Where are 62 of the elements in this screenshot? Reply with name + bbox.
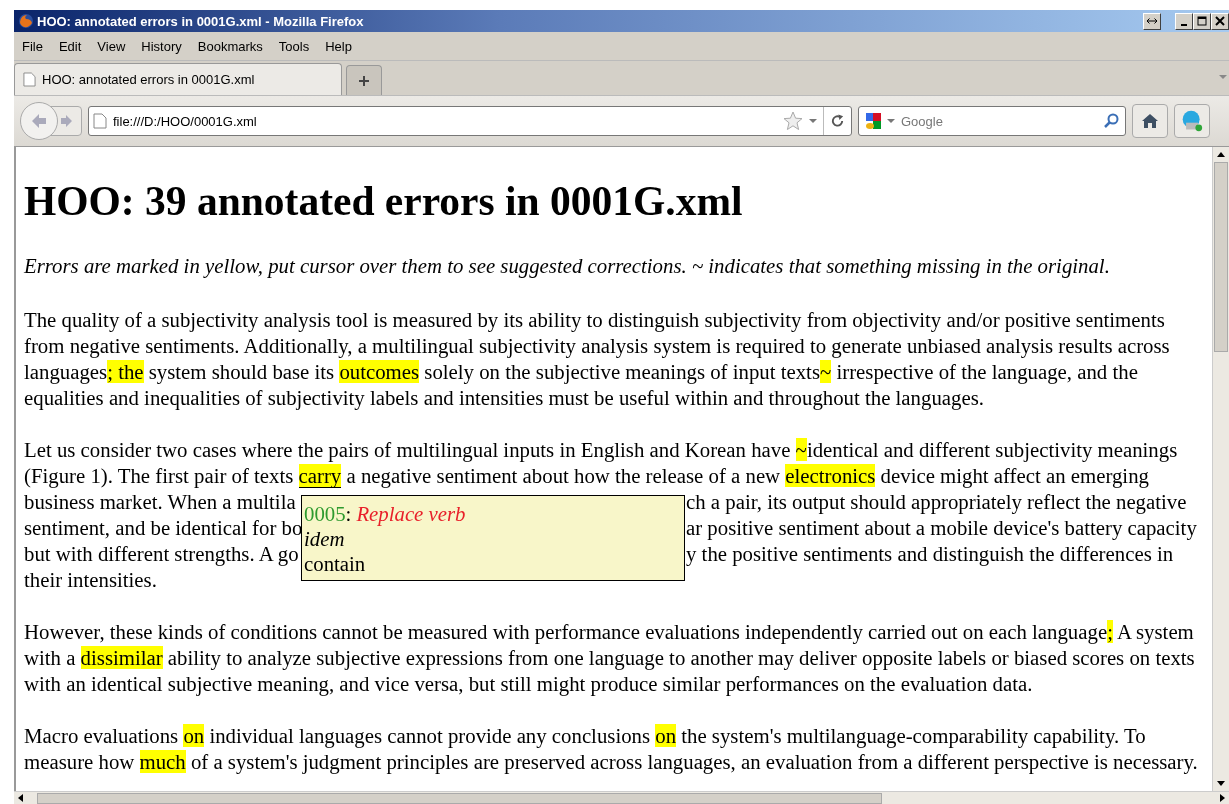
new-tab-button[interactable]: [346, 65, 382, 95]
forward-arrow-icon: [60, 114, 74, 128]
menu-item[interactable]: File: [14, 34, 51, 58]
fox-globe-icon: [18, 13, 34, 29]
scroll-up-icon[interactable]: [1217, 152, 1225, 157]
chat-bubble-icon: [1181, 108, 1203, 134]
star-icon[interactable]: [783, 111, 803, 131]
scroll-right-icon[interactable]: [1220, 794, 1225, 802]
error-highlight[interactable]: electronics: [785, 464, 876, 487]
search-icon[interactable]: [1103, 113, 1119, 129]
error-number: 0005: [304, 501, 346, 526]
separator-text: :: [345, 501, 352, 526]
menu-item[interactable]: Tools: [270, 34, 318, 58]
error-highlight[interactable]: dissimilar: [80, 646, 163, 669]
scrollbar-thumb[interactable]: [37, 792, 882, 804]
maximize-button[interactable]: [1193, 12, 1211, 30]
scrollbar-thumb[interactable]: [1214, 162, 1228, 352]
maximize-icon: [1197, 16, 1207, 26]
error-highlight[interactable]: much: [139, 750, 186, 773]
close-button[interactable]: [1211, 12, 1229, 30]
paragraph: However, these kinds of conditions cannot be measured with performance evaluations independently carried out on each language; A system with a dissimilar ability to analyze subjective expressions from one language to another may deliver opposite labels or biased scores on texts with an identical subjective meaning, and vice versa, but still might produce similar performances on the evaluation data.: [24, 619, 1196, 697]
menu-item[interactable]: Help: [317, 34, 360, 58]
error-highlight[interactable]: ~: [795, 438, 807, 461]
error-highlight[interactable]: on: [183, 724, 205, 747]
original-text: idem: [304, 526, 346, 551]
menu-item[interactable]: Edit: [50, 34, 90, 58]
chat-addon-button[interactable]: [1174, 104, 1210, 138]
search-box[interactable]: Google: [858, 106, 1126, 136]
menu-item[interactable]: History: [133, 34, 190, 58]
scroll-down-icon[interactable]: [1217, 781, 1225, 786]
menu-item[interactable]: Bookmarks: [189, 34, 271, 58]
error-highlight[interactable]: ;: [1107, 620, 1113, 643]
instructions-text: Errors are marked in yellow, put cursor over them to see suggested corrections. ~ indicates that something missing in the original.: [24, 253, 1111, 279]
window-title: HOO: annotated errors in 0001G.xml - Mozilla Firefox: [37, 13, 364, 29]
horizontal-scrollbar[interactable]: [14, 791, 1229, 804]
vertical-scrollbar[interactable]: [1212, 147, 1229, 791]
close-icon: [1215, 16, 1225, 26]
minimize-icon: [1181, 24, 1187, 26]
plus-icon: [358, 74, 370, 87]
resize-button[interactable]: [1143, 12, 1161, 30]
double-arrow-icon: [1146, 17, 1158, 25]
page-icon: [23, 72, 36, 87]
home-icon: [1141, 113, 1159, 129]
menu-item[interactable]: View: [89, 34, 134, 58]
reload-icon: [830, 113, 845, 129]
dropdown-arrow-icon[interactable]: [809, 119, 817, 123]
error-highlight[interactable]: on: [655, 724, 677, 747]
error-type: Replace verb: [356, 501, 466, 526]
paragraph: Macro evaluations on individual languages cannot provide any conclusions on the system's multilanguage-comparability capability. To measure how much of a system's judgment principles are preserved across languages, an evaluation from a different perspective is necessary.: [24, 723, 1199, 775]
error-highlight[interactable]: ; the: [107, 360, 144, 383]
page-heading: HOO: 39 annotated errors in 0001G.xml: [24, 177, 744, 225]
minimize-button[interactable]: [1175, 12, 1193, 30]
scroll-left-icon[interactable]: [18, 794, 23, 802]
engine-logo-icon[interactable]: [865, 112, 883, 130]
page-icon: [93, 113, 107, 129]
error-highlight[interactable]: outcomes: [339, 360, 420, 383]
correction-text: contain: [304, 551, 367, 576]
error-highlight[interactable]: carry: [298, 464, 342, 488]
browser-tab[interactable]: HOO: annotated errors in 0001G.xml: [14, 63, 342, 95]
address-field[interactable]: file:///D:/HOO/0001G.xml: [88, 106, 852, 136]
dropdown-arrow-icon[interactable]: [887, 119, 895, 123]
home-button[interactable]: [1132, 104, 1168, 138]
